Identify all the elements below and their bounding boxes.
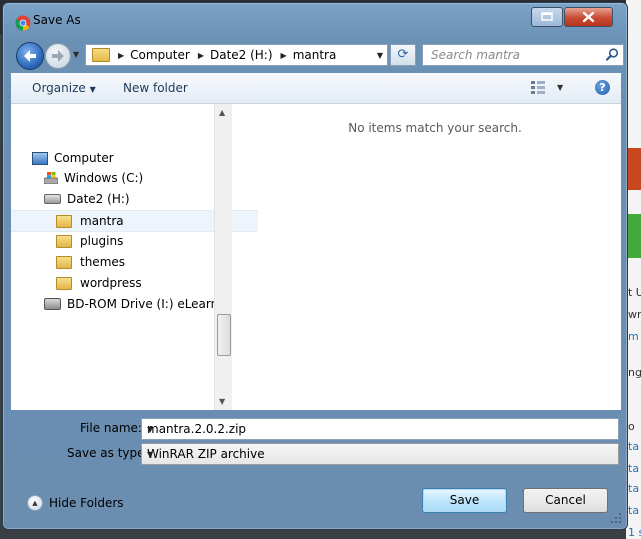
background-link: 1 sta bbox=[628, 526, 641, 539]
chevron-down-icon[interactable]: ▼ bbox=[377, 51, 383, 60]
folder-icon bbox=[56, 276, 72, 290]
refresh-button[interactable]: ⟳ bbox=[390, 44, 416, 66]
address-bar[interactable]: ▶ Computer ▶ Date2 (H:) ▶ mantra ▼ bbox=[85, 44, 388, 66]
close-button[interactable] bbox=[564, 7, 613, 27]
restore-icon bbox=[541, 12, 553, 21]
background-page bbox=[626, 0, 641, 539]
background-text: ng bbox=[628, 366, 641, 379]
search-box[interactable]: Search mantra bbox=[422, 44, 624, 66]
bd-rom-icon bbox=[44, 298, 61, 310]
view-options-dropdown[interactable]: ▼ bbox=[557, 83, 563, 92]
new-folder-button[interactable]: New folder bbox=[123, 81, 188, 95]
background-red-block bbox=[626, 148, 641, 190]
background-text: o bbox=[628, 420, 635, 433]
cancel-button[interactable]: Cancel bbox=[523, 488, 608, 513]
tree-item-label: BD-ROM Drive (I:) eLearn bbox=[67, 297, 219, 311]
help-button[interactable]: ? bbox=[595, 80, 610, 95]
windows-drive-icon bbox=[44, 172, 58, 184]
tree-item-windows-drive[interactable]: Windows (C:) bbox=[11, 168, 246, 188]
chevron-right-icon[interactable]: ▶ bbox=[118, 51, 124, 60]
background-text: wn bbox=[628, 308, 641, 321]
background-link: ta bbox=[628, 440, 640, 453]
organize-menu[interactable]: Organize ▼ bbox=[32, 81, 96, 95]
navigation-scrollbar[interactable]: ▲ ▼ bbox=[214, 104, 232, 410]
empty-folder-message: No items match your search. bbox=[348, 121, 522, 135]
save-type-select[interactable]: WinRAR ZIP archive ▼ bbox=[141, 443, 619, 465]
chevron-down-icon[interactable]: ▼ bbox=[147, 425, 613, 434]
chrome-icon bbox=[15, 15, 31, 31]
refresh-icon: ⟳ bbox=[397, 47, 409, 62]
search-icon[interactable] bbox=[606, 48, 619, 61]
tree-item-label: Windows (C:) bbox=[64, 171, 144, 185]
restore-button[interactable] bbox=[531, 7, 563, 27]
computer-icon bbox=[32, 151, 48, 165]
file-name-input[interactable]: mantra.2.0.2.zip ▼ bbox=[141, 418, 619, 440]
folder-icon bbox=[56, 234, 72, 248]
background-green-block bbox=[626, 214, 641, 258]
search-placeholder: Search mantra bbox=[431, 48, 520, 62]
back-arrow-icon bbox=[24, 50, 36, 62]
drive-icon bbox=[44, 194, 61, 204]
breadcrumb-computer[interactable]: Computer bbox=[130, 48, 190, 62]
back-button[interactable] bbox=[16, 42, 44, 70]
background-text: t U bbox=[628, 286, 641, 299]
forward-button[interactable] bbox=[45, 43, 71, 69]
chevron-down-icon[interactable]: ▼ bbox=[147, 450, 613, 459]
dialog-title: Save As bbox=[33, 13, 81, 27]
save-button[interactable]: Save bbox=[422, 488, 507, 513]
tree-item-computer[interactable]: Computer bbox=[11, 148, 234, 168]
folder-icon bbox=[92, 48, 110, 62]
breadcrumb-folder[interactable]: mantra bbox=[293, 48, 337, 62]
hide-folders-label: Hide Folders bbox=[49, 496, 124, 510]
scrollbar-thumb[interactable] bbox=[217, 314, 231, 356]
resize-grip-icon[interactable] bbox=[611, 513, 621, 523]
recent-pages-dropdown[interactable]: ▼ bbox=[73, 50, 79, 59]
background-link: ta bbox=[628, 504, 640, 517]
chevron-down-icon: ▼ bbox=[89, 85, 96, 94]
chevron-right-icon[interactable]: ▶ bbox=[198, 51, 204, 60]
folder-icon bbox=[56, 214, 72, 228]
file-name-label: File name: bbox=[80, 421, 142, 435]
forward-arrow-icon bbox=[52, 50, 64, 62]
organize-label: Organize bbox=[32, 81, 86, 95]
command-bar: Organize ▼ New folder ▼ ? bbox=[11, 73, 621, 104]
tree-item-label: themes bbox=[80, 255, 126, 269]
tree-item-label: Date2 (H:) bbox=[67, 192, 130, 206]
close-icon bbox=[582, 11, 595, 23]
tree-item-label: wordpress bbox=[80, 276, 142, 290]
background-link: m bbox=[628, 330, 639, 343]
scroll-up-icon[interactable]: ▲ bbox=[219, 108, 225, 117]
scroll-down-icon[interactable]: ▼ bbox=[219, 397, 225, 406]
chevron-right-icon[interactable]: ▶ bbox=[281, 51, 287, 60]
background-link: ta bbox=[628, 462, 640, 475]
hide-folders-button[interactable]: ▲ Hide Folders bbox=[27, 495, 124, 511]
save-as-dialog: Save As ▼ ▶ Computer ▶ Date2 (H:) ▶ mant… bbox=[2, 2, 628, 530]
tree-item-bd-rom-drive[interactable]: BD-ROM Drive (I:) eLearn bbox=[11, 294, 246, 314]
tree-item-label: plugins bbox=[80, 234, 124, 248]
tree-item-date2-drive[interactable]: Date2 (H:) bbox=[11, 189, 246, 209]
save-type-label: Save as type: bbox=[67, 446, 149, 460]
navigation-pane: Computer Windows (C:) Date2 (H:) mantra bbox=[11, 104, 258, 410]
background-link: ta bbox=[628, 482, 640, 495]
change-view-icon[interactable] bbox=[531, 81, 545, 94]
browser-pane: Computer Windows (C:) Date2 (H:) mantra bbox=[11, 104, 621, 410]
breadcrumb-drive[interactable]: Date2 (H:) bbox=[210, 48, 273, 62]
folder-icon bbox=[56, 255, 72, 269]
tree-item-label: Computer bbox=[54, 151, 114, 165]
chevron-up-icon: ▲ bbox=[27, 495, 43, 511]
tree-item-label: mantra bbox=[80, 214, 124, 228]
